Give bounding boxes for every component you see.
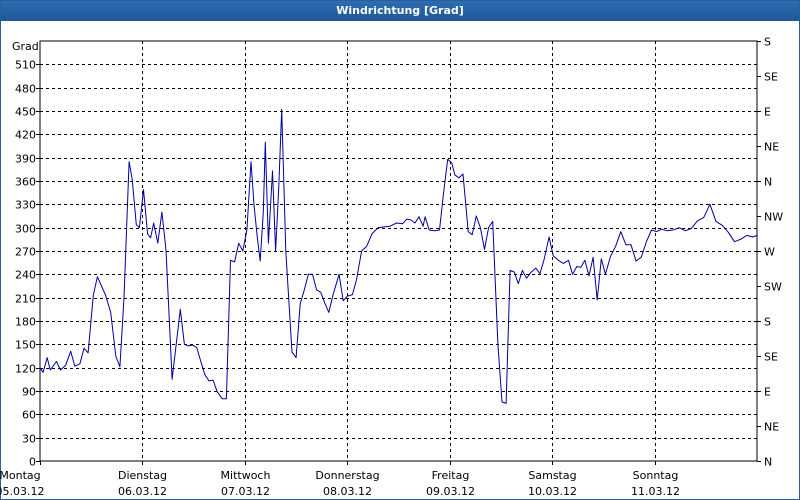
y2-tick-label: N: [764, 456, 772, 469]
y2-tick-label: NW: [764, 211, 783, 224]
grid: [40, 41, 757, 461]
y-tick-label: 360: [15, 176, 36, 189]
x-tick-day: Mittwoch: [221, 469, 271, 482]
y2-tick-label: SE: [764, 71, 778, 84]
y-tick-label: 480: [15, 83, 36, 96]
y-tick-label: 420: [15, 129, 36, 142]
x-tick-day: Sonntag: [633, 469, 679, 482]
y-tick-label: 0: [29, 456, 36, 469]
y2-tick-label: S: [764, 36, 771, 49]
y-tick-label: 120: [15, 363, 36, 376]
y-tick-label: 180: [15, 316, 36, 329]
y-tick-label: 330: [15, 199, 36, 212]
y-tick-label: 390: [15, 153, 36, 166]
y-tick-label: 450: [15, 106, 36, 119]
y2-tick-label: E: [764, 106, 771, 119]
plot-frame: [39, 40, 758, 462]
y2-tick-label: NE: [764, 141, 779, 154]
series-layer: [39, 108, 758, 404]
y2-tick-label: NE: [764, 421, 779, 434]
x-tick-day: Samstag: [528, 469, 576, 482]
y-tick-label: 150: [15, 339, 36, 352]
y2-tick-label: W: [764, 246, 775, 259]
x-tick-date: 07.03.12: [221, 485, 270, 498]
x-tick-date: 05.03.12: [0, 485, 44, 498]
x-tick-date: 06.03.12: [118, 485, 167, 498]
y2-tick-label: S: [764, 316, 771, 329]
x-tick-day: Dienstag: [118, 469, 167, 482]
y-tick-label: 30: [22, 433, 36, 446]
y2-tick-label: SE: [764, 351, 778, 364]
x-tick-day: Freitag: [432, 469, 470, 482]
y-tick-label: 300: [15, 223, 36, 236]
y-axis-label: Grad: [12, 40, 39, 53]
y2-tick-label: E: [764, 386, 771, 399]
x-tick-date: 09.03.12: [426, 485, 475, 498]
y-tick-label: 90: [22, 386, 36, 399]
y-tick-label: 510: [15, 59, 36, 72]
y2-tick-label: SW: [764, 281, 782, 294]
y-tick-label: 210: [15, 293, 36, 306]
x-tick-date: 11.03.12: [631, 485, 680, 498]
y2-tick-label: N: [764, 176, 772, 189]
wind-direction-chart: 0 30 60 90 120 150 180 210 240 270 300 330 360 390 420…: [0, 36, 783, 499]
x-tick-day: Montag: [0, 469, 41, 482]
x-tick-date: 08.03.12: [323, 485, 372, 498]
series-line: [39, 108, 758, 404]
x-tick-date: 10.03.12: [528, 485, 577, 498]
y-tick-label: 240: [15, 269, 36, 282]
y-tick-label: 60: [22, 409, 36, 422]
axes: 0 30 60 90 120 150 180 210 240 270 300 330 360 390 420…: [0, 36, 783, 499]
y-tick-label: 270: [15, 246, 36, 259]
x-tick-day: Donnerstag: [315, 469, 379, 482]
